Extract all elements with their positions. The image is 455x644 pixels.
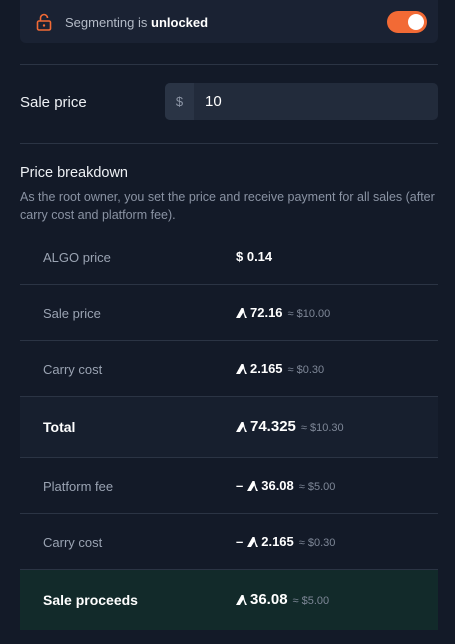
price-breakdown-table: ALGO price $ 0.14 Sale price 72.16 ≈ $10… — [20, 229, 438, 630]
row-minus-sign: – — [236, 478, 244, 493]
segmenting-status-text: Segmenting is unlocked — [65, 15, 208, 30]
row-label: Carry cost — [43, 535, 103, 550]
row-amount: $ 0.14 — [236, 249, 273, 264]
row-usd-approx: ≈ $5.00 — [298, 481, 336, 493]
row-amount: 72.16 — [250, 305, 283, 320]
breakdown-row-carry-cost-deduction: Carry cost – 2.165 ≈ $0.30 — [20, 514, 438, 570]
row-usd-approx: ≈ $10.30 — [300, 422, 344, 434]
row-amount: 74.325 — [250, 418, 296, 435]
row-amount: 2.165 — [261, 534, 294, 549]
row-value: 74.325 ≈ $10.30 — [236, 418, 344, 435]
divider — [20, 64, 438, 65]
breakdown-row-carry-cost: Carry cost 2.165 ≈ $0.30 — [20, 341, 438, 397]
segmenting-bar: Segmenting is unlocked — [20, 0, 438, 43]
row-label: Total — [43, 419, 76, 435]
breakdown-row-total: Total 74.325 ≈ $10.30 — [20, 397, 438, 458]
algo-icon — [236, 422, 247, 432]
row-usd-approx: ≈ $10.00 — [287, 308, 331, 320]
row-usd-approx: ≈ $5.00 — [292, 595, 330, 607]
sale-price-field[interactable]: $ — [165, 83, 438, 120]
row-minus-sign: – — [236, 534, 244, 549]
row-amount: 2.165 — [250, 361, 283, 376]
row-usd-approx: ≈ $0.30 — [298, 537, 336, 549]
row-value: 2.165 ≈ $0.30 — [236, 361, 324, 376]
segmenting-status: unlocked — [151, 15, 209, 30]
algo-icon — [247, 537, 259, 547]
algo-icon — [236, 595, 247, 605]
row-amount: 36.08 — [250, 591, 288, 608]
breakdown-row-sale-proceeds: Sale proceeds 36.08 ≈ $5.00 — [20, 570, 438, 630]
row-label: Sale price — [43, 306, 101, 321]
divider — [20, 143, 438, 144]
row-label: Carry cost — [43, 362, 103, 377]
breakdown-row-algo-price: ALGO price $ 0.14 — [20, 229, 438, 285]
row-label: Platform fee — [43, 479, 114, 494]
row-value: $ 0.14 — [236, 249, 272, 264]
row-usd-approx: ≈ $0.30 — [287, 364, 325, 376]
price-breakdown-description: As the root owner, you set the price and… — [20, 190, 435, 222]
row-label: Sale proceeds — [43, 592, 138, 608]
row-value: 36.08 ≈ $5.00 — [236, 591, 329, 608]
sale-price-input[interactable] — [194, 83, 438, 120]
segmenting-prefix: Segmenting is — [65, 15, 148, 30]
row-value: – 36.08 ≈ $5.00 — [236, 478, 335, 493]
sale-price-label: Sale price — [20, 94, 87, 111]
toggle-knob — [408, 14, 424, 30]
unlocked-lock-icon — [36, 13, 52, 31]
row-amount: 36.08 — [261, 478, 294, 493]
breakdown-row-platform-fee: Platform fee – 36.08 ≈ $5.00 — [20, 458, 438, 514]
row-value: – 2.165 ≈ $0.30 — [236, 534, 335, 549]
breakdown-row-sale-price: Sale price 72.16 ≈ $10.00 — [20, 285, 438, 341]
currency-prefix: $ — [165, 83, 194, 120]
algo-icon — [236, 308, 247, 318]
segmenting-toggle[interactable] — [387, 11, 427, 33]
price-breakdown-title: Price breakdown — [20, 165, 128, 181]
algo-icon — [247, 481, 259, 491]
row-label: ALGO price — [43, 250, 111, 265]
algo-icon — [236, 364, 247, 374]
row-value: 72.16 ≈ $10.00 — [236, 305, 330, 320]
